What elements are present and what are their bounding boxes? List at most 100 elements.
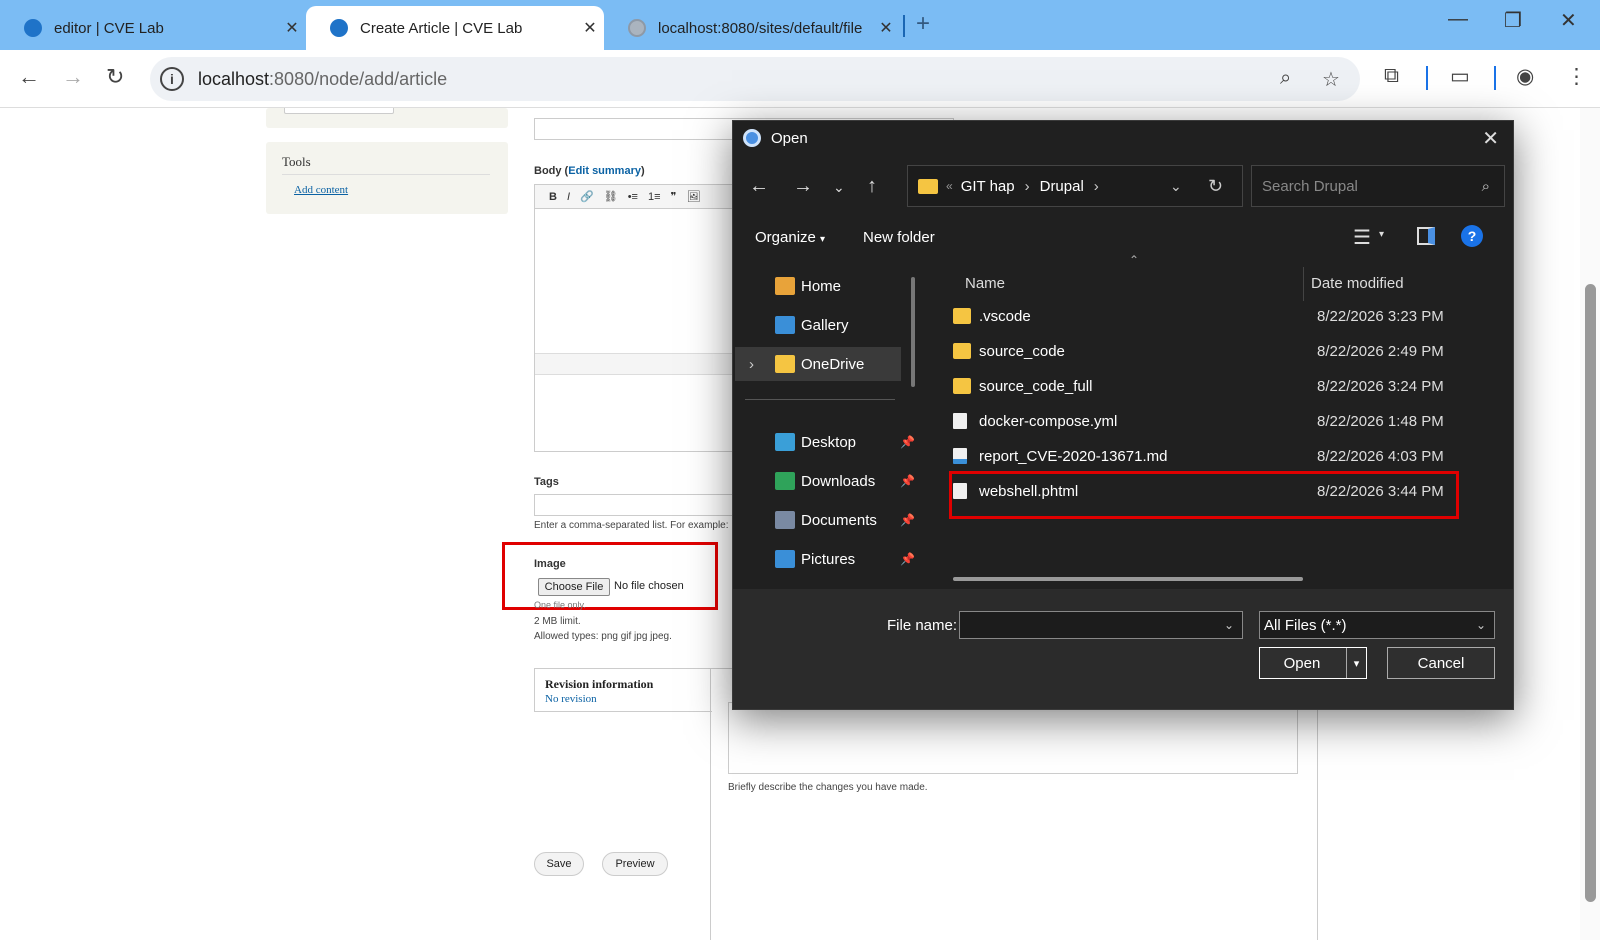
- cancel-button[interactable]: Cancel: [1387, 647, 1495, 679]
- italic-button[interactable]: I: [567, 191, 570, 203]
- tab-create-article[interactable]: Create Article | CVE Lab ✕: [306, 6, 604, 50]
- image-button[interactable]: 🖼: [686, 190, 700, 203]
- view-options-icon[interactable]: ☰: [1353, 225, 1371, 250]
- file-row-source-code[interactable]: source_code 8/22/2026 2:49 PM: [953, 334, 1459, 368]
- blockquote-button[interactable]: ❞: [671, 190, 677, 203]
- dropdown-arrow-icon: ▾: [820, 234, 826, 245]
- restore-icon[interactable]: ❐: [1504, 8, 1522, 33]
- back-icon[interactable]: ←: [18, 64, 40, 90]
- nav-documents[interactable]: Documents 📌: [733, 503, 919, 537]
- search-box[interactable]: Search Drupal ⌕: [1251, 165, 1505, 207]
- minimize-icon[interactable]: —: [1448, 8, 1468, 31]
- column-header-date-modified[interactable]: Date modified: [1311, 275, 1404, 292]
- file-row-docker-compose[interactable]: docker-compose.yml 8/22/2026 1:48 PM: [953, 404, 1459, 438]
- scrollbar-thumb[interactable]: [1585, 284, 1596, 902]
- save-button[interactable]: Save: [534, 852, 584, 876]
- revision-tab[interactable]: Revision information No revision: [534, 668, 712, 712]
- zoom-icon[interactable]: ⌕: [1280, 67, 1291, 90]
- site-info-icon[interactable]: i: [160, 67, 184, 91]
- dialog-close-icon[interactable]: ✕: [1482, 126, 1499, 151]
- pictures-icon: [775, 550, 795, 568]
- search-input[interactable]: Search Drupal: [1262, 178, 1358, 195]
- link-button[interactable]: 🔗: [580, 190, 594, 203]
- back-icon[interactable]: ←: [749, 175, 769, 198]
- bookmark-star-icon[interactable]: ☆: [1322, 67, 1340, 92]
- breadcrumb-git-hap[interactable]: GIT hap: [961, 178, 1015, 195]
- up-folder-icon[interactable]: ↑: [867, 175, 877, 198]
- new-folder-button[interactable]: New folder: [863, 229, 935, 246]
- tab-title: localhost:8080/sites/default/file: [658, 19, 863, 37]
- new-tab-button[interactable]: +: [916, 10, 930, 38]
- drupal-icon: [330, 19, 348, 37]
- pin-icon[interactable]: 📌: [900, 513, 915, 527]
- breadcrumb-drupal[interactable]: Drupal: [1040, 178, 1084, 195]
- preview-button[interactable]: Preview: [602, 852, 668, 876]
- profile-icon[interactable]: ◉: [1516, 64, 1534, 89]
- organize-button[interactable]: Organize ▾: [755, 229, 825, 246]
- preview-pane-icon[interactable]: [1417, 227, 1435, 245]
- open-button[interactable]: Open ▾: [1259, 647, 1367, 679]
- pin-icon[interactable]: 📌: [900, 474, 915, 488]
- pin-icon[interactable]: 📌: [900, 435, 915, 449]
- menu-icon[interactable]: ⋮: [1566, 64, 1587, 89]
- forward-icon[interactable]: →: [793, 175, 813, 198]
- chevron-right-icon: ›: [1024, 177, 1030, 195]
- bold-button[interactable]: B: [549, 191, 557, 203]
- address-bar[interactable]: i localhost:8080/node/add/article ⌕ ☆: [150, 57, 1360, 101]
- pin-icon[interactable]: 📌: [900, 552, 915, 566]
- nav-desktop[interactable]: Desktop 📌: [733, 425, 919, 459]
- add-content-link[interactable]: Add content: [294, 184, 348, 196]
- forward-icon[interactable]: →: [62, 64, 84, 90]
- dropdown-arrow-icon[interactable]: ▾: [1379, 229, 1384, 240]
- file-row-report[interactable]: report_CVE-2020-13671.md 8/22/2026 4:03 P…: [953, 439, 1459, 473]
- cast-search-icon[interactable]: ▭: [1450, 64, 1470, 89]
- tools-title: Tools: [282, 154, 311, 169]
- recent-locations-icon[interactable]: ⌄: [833, 179, 845, 196]
- chevron-down-icon[interactable]: ⌄: [1224, 618, 1234, 632]
- close-icon[interactable]: ✕: [872, 18, 900, 38]
- tab-editor[interactable]: editor | CVE Lab ✕: [0, 6, 306, 50]
- file-type-select[interactable]: All Files (*.*) ⌄: [1259, 611, 1495, 639]
- tags-input[interactable]: [534, 494, 734, 516]
- window-close-icon[interactable]: ✕: [1560, 8, 1577, 33]
- expand-chevron-icon[interactable]: ›: [749, 356, 754, 373]
- horizontal-scrollbar[interactable]: [953, 577, 1303, 581]
- overflow-chevron[interactable]: «: [946, 179, 953, 193]
- tab-bar: editor | CVE Lab ✕ Create Article | CVE …: [0, 0, 1600, 50]
- dialog-footer: File name: ⌄ All Files (*.*) ⌄ Open ▾ Canc…: [733, 589, 1513, 709]
- nav-onedrive[interactable]: › OneDrive: [735, 347, 901, 381]
- body-label: Body (Edit summary): [534, 165, 645, 177]
- file-row-source-code-full[interactable]: source_code_full 8/22/2026 3:24 PM: [953, 369, 1459, 403]
- refresh-icon[interactable]: ↻: [1208, 176, 1223, 197]
- file-name-input[interactable]: ⌄: [959, 611, 1243, 639]
- tab-localhost-files[interactable]: localhost:8080/sites/default/file ✕: [604, 6, 900, 50]
- nav-gallery[interactable]: Gallery: [733, 308, 919, 342]
- sidebar-input[interactable]: [284, 108, 394, 114]
- reload-icon[interactable]: ↻: [106, 64, 124, 90]
- close-icon[interactable]: ✕: [576, 18, 604, 38]
- help-icon[interactable]: ?: [1461, 225, 1483, 247]
- unlink-button[interactable]: ⛓: [604, 190, 618, 203]
- nav-pictures[interactable]: Pictures 📌: [733, 542, 919, 576]
- nav-downloads[interactable]: Downloads 📌: [733, 464, 919, 498]
- url-text[interactable]: localhost:8080/node/add/article: [198, 69, 447, 90]
- file-row-vscode[interactable]: .vscode 8/22/2026 3:23 PM: [953, 299, 1459, 333]
- nav-scrollbar[interactable]: [911, 277, 915, 387]
- chevron-right-icon[interactable]: ›: [1094, 178, 1099, 195]
- column-header-name[interactable]: Name: [965, 275, 1005, 292]
- folder-icon: [953, 378, 971, 394]
- path-bar[interactable]: « GIT hap › Drupal › ⌄ ↻: [907, 165, 1243, 207]
- extensions-icon[interactable]: ⧉: [1384, 64, 1399, 88]
- numbered-list-button[interactable]: 1≡: [648, 191, 661, 203]
- body-editor[interactable]: B I 🔗 ⛓ •≡ 1≡ ❞ 🖼: [534, 184, 735, 452]
- edit-summary-link[interactable]: Edit summary: [568, 165, 641, 177]
- home-icon: [775, 277, 795, 295]
- bulleted-list-button[interactable]: •≡: [628, 191, 638, 203]
- editor-toolbar: B I 🔗 ⛓ •≡ 1≡ ❞ 🖼: [535, 185, 735, 209]
- close-icon[interactable]: ✕: [278, 18, 306, 38]
- open-dropdown-icon[interactable]: ▾: [1346, 648, 1366, 678]
- chevron-down-icon[interactable]: ⌄: [1170, 178, 1182, 195]
- nav-home[interactable]: Home: [733, 269, 919, 303]
- revision-log-textarea[interactable]: [728, 702, 1298, 774]
- nav-divider: [745, 399, 895, 400]
